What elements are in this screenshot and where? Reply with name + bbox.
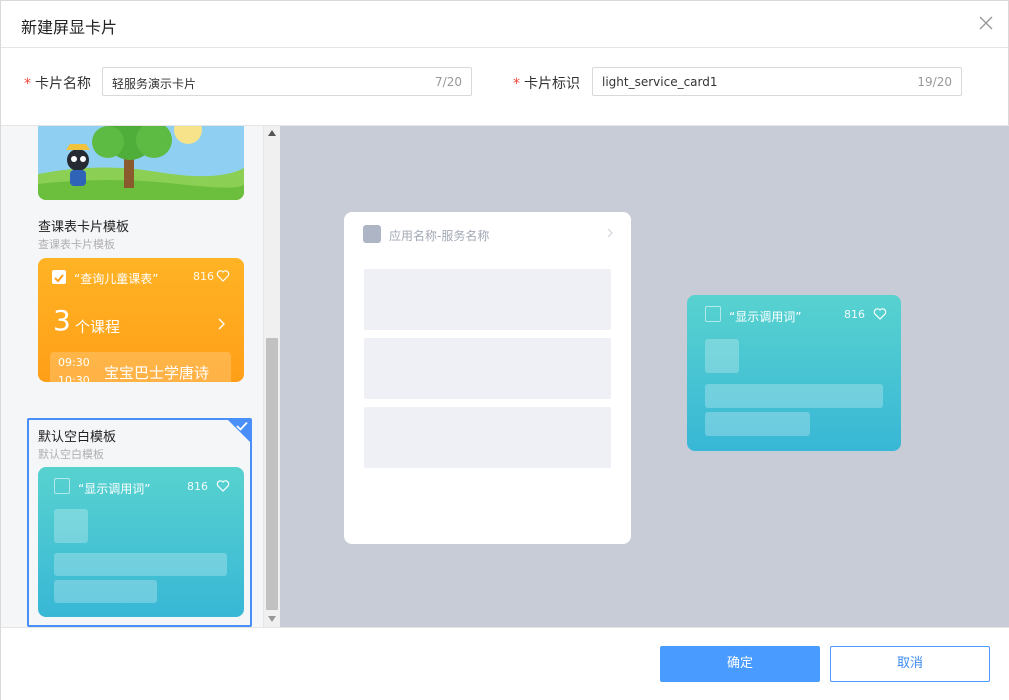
schedule-query-text: “查询儿童课表” — [74, 272, 159, 286]
placeholder-block — [705, 339, 739, 373]
dialog-footer: 确定 取消 — [1, 627, 1009, 700]
scroll-up-icon[interactable] — [268, 130, 276, 136]
placeholder-row — [364, 407, 611, 468]
schedule-template-card[interactable]: “查询儿童课表” 816 3 个课程 09:30 10:30 宝宝巴士学唐诗 — [38, 258, 244, 382]
dialog-title: 新建屏显卡片 — [21, 18, 118, 37]
new-card-dialog: 新建屏显卡片 * 卡片名称 轻服务演示卡片 7/20 * 卡片标识 light_se… — [0, 0, 1009, 700]
app-icon — [363, 225, 381, 243]
heart-icon — [216, 480, 230, 492]
course-unit: 个课程 — [75, 318, 121, 336]
placeholder-block — [54, 580, 157, 603]
placeholder-block — [54, 509, 88, 543]
course-count: 3 — [53, 304, 71, 337]
course-time-start: 09:30 — [58, 356, 90, 369]
placeholder-row — [364, 338, 611, 399]
preview-card-text: “显示调用词” — [729, 310, 802, 324]
course-time-end: 10:30 — [58, 374, 90, 382]
card-name-row: * 卡片名称 轻服务演示卡片 7/20 — [1, 67, 481, 97]
course-item: 09:30 10:30 宝宝巴士学唐诗 — [50, 352, 231, 382]
template-list[interactable]: 查课表卡片模板 查课表卡片模板 “查询儿童课表” 816 3 个课程 09:30 — [1, 126, 263, 628]
check-badge-icon — [52, 270, 66, 284]
preview-card-count: 816 — [844, 308, 865, 321]
app-icon — [705, 306, 721, 322]
card-name-input[interactable]: 轻服务演示卡片 7/20 — [102, 67, 472, 96]
template-subtitle: 默认空白模板 — [38, 448, 104, 461]
blank-card-count: 816 — [187, 480, 208, 493]
required-mark: * — [513, 76, 520, 92]
placeholder-block — [54, 553, 227, 576]
scroll-thumb[interactable] — [266, 338, 278, 610]
landscape-illustration — [38, 126, 244, 200]
check-icon — [236, 421, 248, 431]
blank-card-text: “显示调用词” — [78, 482, 151, 496]
card-id-value: light_service_card1 — [602, 75, 718, 89]
chevron-right-icon — [607, 228, 613, 238]
app-service-name: 应用名称-服务名称 — [389, 229, 490, 243]
blank-template-card[interactable]: “显示调用词” 816 — [38, 467, 244, 617]
content-area: 查课表卡片模板 查课表卡片模板 “查询儿童课表” 816 3 个课程 09:30 — [1, 125, 1009, 628]
template-title: 默认空白模板 — [38, 430, 117, 445]
scroll-down-icon[interactable] — [268, 616, 276, 622]
placeholder-block — [705, 384, 883, 408]
card-id-label: * 卡片标识 — [513, 76, 580, 92]
placeholder-row — [364, 269, 611, 330]
schedule-count: 816 — [193, 270, 214, 283]
course-name: 宝宝巴士学唐诗 — [104, 364, 210, 382]
template-subtitle: 查课表卡片模板 — [38, 238, 115, 251]
heart-icon — [216, 270, 230, 282]
card-name-label: * 卡片名称 — [24, 76, 91, 92]
close-icon[interactable] — [976, 13, 996, 33]
card-name-count: 7/20 — [435, 75, 462, 89]
heart-icon — [873, 308, 887, 320]
dialog-header: 新建屏显卡片 — [1, 1, 1008, 48]
app-icon — [54, 478, 70, 494]
display-preview-card: “显示调用词” 816 — [687, 295, 901, 451]
chevron-right-icon — [218, 318, 225, 330]
required-mark: * — [24, 76, 31, 92]
card-id-row: * 卡片标识 light_service_card1 19/20 — [501, 67, 981, 97]
service-preview-card: 应用名称-服务名称 — [344, 212, 631, 544]
card-name-value: 轻服务演示卡片 — [112, 77, 197, 91]
template-image-card[interactable] — [38, 126, 244, 200]
confirm-button[interactable]: 确定 — [660, 646, 820, 682]
template-title: 查课表卡片模板 — [38, 220, 130, 235]
cancel-button[interactable]: 取消 — [830, 646, 990, 682]
card-id-input[interactable]: light_service_card1 19/20 — [592, 67, 962, 96]
template-scrollbar[interactable] — [263, 126, 280, 628]
card-id-count: 19/20 — [917, 75, 952, 89]
preview-area: 应用名称-服务名称 “显示调用词” 816 — [280, 126, 1009, 628]
placeholder-block — [705, 412, 810, 436]
